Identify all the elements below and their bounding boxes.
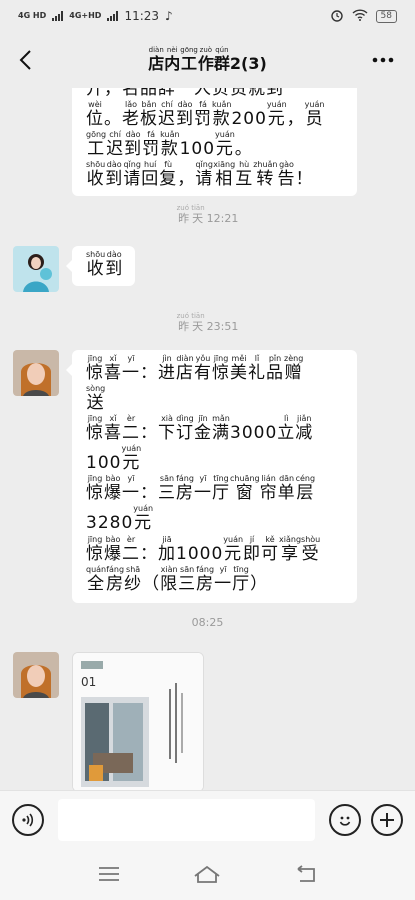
message-input[interactable] — [58, 798, 315, 841]
signal-bars-icon-2 — [107, 11, 119, 21]
message-bubble-announcement[interactable]: 开 ， 名 品 辞 一 人 负 责 就 到 位wèi。 老lǎo板bǎn迟chí… — [72, 88, 357, 197]
clock: 11:23 — [124, 9, 160, 23]
message-list[interactable]: 开 ， 名 品 辞 一 人 负 责 就 到 位wèi。 老lǎo板bǎn迟chí… — [0, 88, 415, 790]
battery-indicator: 58 — [375, 9, 397, 23]
timestamp: 昨天zuó tiān 23:51 — [176, 312, 239, 333]
voice-icon — [22, 812, 34, 827]
voice-button[interactable] — [12, 803, 44, 836]
plus-icon — [380, 812, 394, 827]
group-name: 店diàn内nèi工gōng作zuò群qún — [148, 46, 230, 73]
emoji-button[interactable] — [329, 803, 361, 836]
more-dots-icon — [372, 57, 394, 63]
avatar[interactable] — [13, 350, 59, 396]
signal-label-1: 4G HD — [18, 11, 47, 20]
message-bubble-promo[interactable]: 惊jīng喜xǐ一yī： 进jìn店diàn有yǒu惊jīng美měi礼lǐ品p… — [66, 350, 357, 603]
add-button[interactable] — [371, 803, 403, 836]
system-nav-bar — [0, 848, 415, 900]
doc-page-number: 01 — [81, 675, 97, 689]
alarm-icon — [330, 8, 344, 25]
timestamp: 08:25 — [191, 616, 224, 629]
timestamp: 昨天zuó tiān 12:21 — [176, 204, 239, 225]
chat-title: 店diàn内nèi工gōng作zuò群qún2(3) — [148, 46, 267, 74]
menu-nav-button[interactable] — [89, 859, 129, 889]
document-preview[interactable]: 01 — [72, 652, 204, 790]
home-icon — [194, 865, 221, 883]
avatar[interactable] — [13, 652, 59, 698]
input-bar — [0, 790, 415, 848]
return-icon — [297, 865, 315, 882]
signal-label-2: 4G+HD — [69, 11, 102, 20]
chat-header: 店diàn内nèi工gōng作zuò群qún2(3) — [0, 32, 415, 88]
avatar[interactable] — [13, 246, 59, 292]
menu-icon — [99, 867, 120, 881]
message-text: 开 ， 名 品 辞 一 人 负 责 就 到 位wèi。 老lǎo板bǎn迟chí… — [86, 88, 325, 190]
message-text: 收shōu到dào — [86, 250, 124, 279]
message-text: 惊jīng喜xǐ一yī： 进jìn店diàn有yǒu惊jīng美měi礼lǐ品p… — [86, 354, 321, 594]
more-button[interactable] — [367, 44, 399, 76]
wifi-icon — [352, 8, 368, 24]
chevron-left-icon — [19, 50, 31, 70]
signal-bars-icon-1 — [52, 11, 64, 21]
tiktok-icon: ♪ — [165, 9, 173, 23]
back-button[interactable] — [10, 44, 40, 76]
home-nav-button[interactable] — [187, 859, 227, 889]
back-nav-button[interactable] — [286, 859, 326, 889]
message-bubble-received[interactable]: 收shōu到dào — [65, 246, 136, 287]
member-count: 2(3) — [229, 54, 267, 73]
status-bar: 4G HD 4G+HD 11:23 ♪ 58 — [0, 0, 415, 32]
emoji-icon — [339, 816, 351, 826]
